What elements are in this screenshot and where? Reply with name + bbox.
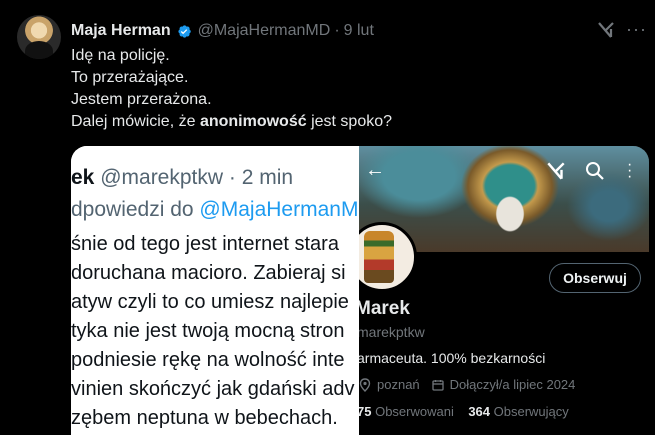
author-handle[interactable]: @MajaHermanMD	[198, 22, 331, 40]
left-body-line: zębem neptuna w bebechach.	[71, 407, 338, 429]
left-body-line: podniesie rękę na wolność inte	[71, 349, 345, 371]
left-tweet-handle: @marekptkw	[100, 166, 224, 189]
grok-icon	[547, 162, 565, 180]
left-body-line: tyka nie jest twoją mocną stron	[71, 320, 345, 342]
followers-label: Obserwujący	[493, 404, 569, 419]
author-name[interactable]: Maja Herman	[71, 22, 171, 40]
tweet-line-4-end: jest spoko?	[306, 113, 393, 130]
tweet-line-4-start: Dalej mówicie, że	[71, 113, 200, 130]
tweet-line-2: To przerażające.	[71, 69, 189, 86]
grok-icon[interactable]	[596, 20, 616, 40]
left-body-line: atyw czyli to co umiesz najlepie	[71, 291, 349, 313]
followers-count: 364	[468, 404, 491, 419]
more-vertical-icon: · · ·	[627, 156, 633, 185]
left-screenshot-panel: ek @marekptkw · 2 min dpowiedzi do @Maja…	[71, 146, 359, 435]
profile-meta: poznań Dołączył/a lipiec 2024	[359, 377, 575, 392]
header-separator: ·	[334, 22, 340, 39]
banner-nav: ← · · ·	[359, 156, 649, 185]
left-tweet-reply-to: dpowiedzi do @MajaHermanM	[71, 198, 358, 222]
left-body-line: vinien skończyć jak gdański adv	[71, 378, 355, 400]
tweet-line-4: Dalej mówicie, że anonimowość jest spoko…	[71, 111, 392, 133]
profile-stats: 75 Obserwowani 364 Obserwujący	[359, 404, 569, 419]
left-tweet-time: 2 min	[241, 166, 294, 189]
profile-joined: Dołączył/a lipiec 2024	[449, 377, 576, 392]
profile-location: poznań	[377, 377, 420, 392]
tweet-line-3: Jestem przerażona.	[71, 91, 212, 108]
tweet-media[interactable]: ek @marekptkw · 2 min dpowiedzi do @Maja…	[71, 146, 649, 435]
more-icon[interactable]: ···	[626, 20, 646, 38]
left-body-line: doruchana macioro. Zabieraj si	[71, 262, 346, 284]
follow-button: Obserwuj	[549, 263, 641, 293]
tweet-text: Idę na policję. To przerażające. Jestem …	[71, 45, 392, 133]
profile-avatar-figure	[364, 231, 394, 283]
profile-handle: marekptkw	[359, 324, 425, 340]
tweet-line-4-bold: anonimowość	[199, 113, 307, 130]
left-body-line: śnie od tego jest internet stara	[71, 233, 339, 255]
left-tweet-header: ek @marekptkw · 2 min	[71, 166, 293, 190]
back-arrow-icon: ←	[365, 159, 385, 181]
left-tweet-name: ek	[71, 166, 95, 189]
verified-badge-icon	[177, 24, 191, 38]
left-reply-prefix: dpowiedzi do	[71, 198, 200, 221]
search-icon	[586, 162, 604, 180]
left-reply-target: @MajaHermanM	[199, 198, 359, 221]
right-screenshot-panel: ← · · · Obserwuj Marek marekptkw armaceuta…	[359, 146, 649, 435]
author-avatar[interactable]	[17, 15, 61, 59]
following-count: 75	[359, 404, 372, 419]
tweet-date[interactable]: 9 lut	[344, 22, 374, 40]
left-tweet-body: śnie od tego jest internet stara dorucha…	[71, 230, 354, 433]
following-label: Obserwowani	[375, 404, 454, 419]
profile-bio: armaceuta. 100% bezkarności	[359, 350, 546, 366]
tweet-header: Maja Herman @MajaHermanMD · 9 lut	[71, 21, 374, 41]
left-tweet-separator: ·	[228, 166, 236, 189]
calendar-icon	[432, 379, 444, 391]
tweet-line-1: Idę na policję.	[71, 47, 170, 64]
location-icon	[359, 377, 371, 392]
profile-name: Marek	[359, 298, 410, 319]
